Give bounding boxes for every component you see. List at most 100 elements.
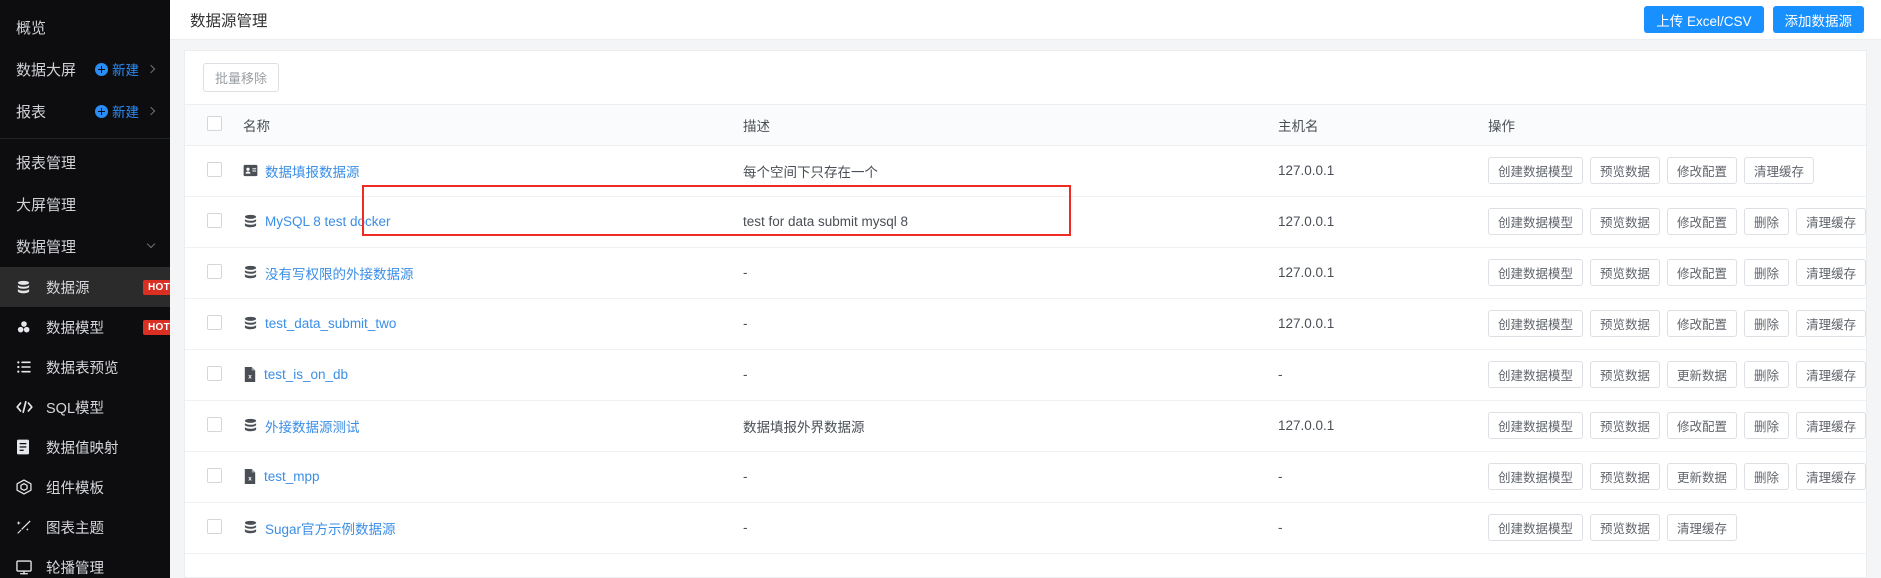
row-action-预览数据[interactable]: 预览数据 xyxy=(1590,310,1661,337)
sidebar-item-图表主题[interactable]: 图表主题 xyxy=(0,507,170,547)
table-row: x test_mpp - - 创建数据模型 预览数据 更新数据 删除 清理缓存 xyxy=(185,451,1866,503)
row-action-修改配置[interactable]: 修改配置 xyxy=(1667,412,1738,439)
row-description-cell: test for data submit mysql 8 xyxy=(731,196,1266,248)
row-select-cell xyxy=(185,349,231,401)
datasource-name-link[interactable]: MySQL 8 test docker xyxy=(265,214,391,229)
row-action-更新数据[interactable]: 更新数据 xyxy=(1667,361,1738,388)
row-action-删除[interactable]: 删除 xyxy=(1744,310,1790,337)
row-action-创建数据模型[interactable]: 创建数据模型 xyxy=(1488,157,1584,184)
row-action-预览数据[interactable]: 预览数据 xyxy=(1590,361,1661,388)
sidebar-new-button[interactable]: 新建 xyxy=(95,101,139,121)
row-action-删除[interactable]: 删除 xyxy=(1744,259,1790,286)
row-checkbox[interactable] xyxy=(207,263,222,279)
row-checkbox[interactable] xyxy=(207,518,222,534)
datasource-name-link[interactable]: Sugar官方示例数据源 xyxy=(265,518,396,538)
row-action-清理缓存[interactable]: 清理缓存 xyxy=(1744,157,1815,184)
sidebar-nav-list: 数据源 HOT 数据模型 HOT 数据表预览 SQL模型 数据值映射 组件模板图表主题轮播管理 xyxy=(0,267,170,578)
database-icon xyxy=(243,265,258,280)
row-action-创建数据模型[interactable]: 创建数据模型 xyxy=(1488,361,1584,388)
sidebar-item-label: 数据源 xyxy=(46,280,90,297)
plus-circle-icon xyxy=(95,104,108,118)
row-action-删除[interactable]: 删除 xyxy=(1744,463,1790,490)
table-row: MySQL 8 test docker test for data submit … xyxy=(185,196,1866,248)
model-icon xyxy=(16,319,36,335)
row-action-修改配置[interactable]: 修改配置 xyxy=(1667,310,1738,337)
row-action-清理缓存[interactable]: 清理缓存 xyxy=(1796,208,1866,235)
sidebar-item-SQL模型[interactable]: SQL模型 xyxy=(0,387,170,427)
row-checkbox[interactable] xyxy=(207,416,222,432)
sidebar-item-label: 轮播管理 xyxy=(46,560,104,577)
datasource-name-link[interactable]: test_is_on_db xyxy=(264,367,348,382)
row-action-删除[interactable]: 删除 xyxy=(1744,361,1790,388)
row-action-清理缓存[interactable]: 清理缓存 xyxy=(1796,361,1866,388)
row-action-预览数据[interactable]: 预览数据 xyxy=(1590,157,1661,184)
add-datasource-button[interactable]: 添加数据源 xyxy=(1772,6,1864,33)
datasource-name-link[interactable]: test_data_submit_two xyxy=(265,316,396,331)
row-action-预览数据[interactable]: 预览数据 xyxy=(1590,208,1661,235)
sidebar-top-item-2[interactable]: 数据大屏 新建 xyxy=(0,48,170,90)
row-description-cell: - xyxy=(731,502,1266,554)
row-action-创建数据模型[interactable]: 创建数据模型 xyxy=(1488,259,1584,286)
row-name-cell: x test_is_on_db xyxy=(231,349,731,401)
datasource-name-link[interactable]: 外接数据源测试 xyxy=(265,416,360,436)
row-action-更新数据[interactable]: 更新数据 xyxy=(1667,463,1738,490)
row-action-创建数据模型[interactable]: 创建数据模型 xyxy=(1488,514,1584,541)
sidebar-item-轮播管理[interactable]: 轮播管理 xyxy=(0,547,170,578)
row-action-预览数据[interactable]: 预览数据 xyxy=(1590,514,1661,541)
row-action-group: 创建数据模型 预览数据 修改配置 删除 清理缓存 xyxy=(1488,412,1866,439)
page-title: 数据源管理 xyxy=(190,12,268,30)
row-action-group: 创建数据模型 预览数据 更新数据 删除 清理缓存 xyxy=(1488,463,1866,490)
row-action-预览数据[interactable]: 预览数据 xyxy=(1590,412,1661,439)
row-actions-cell: 创建数据模型 预览数据 清理缓存 xyxy=(1476,502,1866,554)
upload-excel-csv-button[interactable]: 上传 Excel/CSV xyxy=(1644,6,1764,33)
table-row: 没有写权限的外接数据源 -127.0.0.1 创建数据模型 预览数据 修改配置 删除 清理缓… xyxy=(185,247,1866,299)
row-action-创建数据模型[interactable]: 创建数据模型 xyxy=(1488,310,1584,337)
sidebar-group-item-3[interactable]: 数据管理 xyxy=(0,225,170,267)
sidebar-new-label: 新建 xyxy=(112,63,139,78)
sidebar-item-数据值映射[interactable]: 数据值映射 xyxy=(0,427,170,467)
row-action-修改配置[interactable]: 修改配置 xyxy=(1667,208,1738,235)
row-name-cell: x test_mpp xyxy=(231,451,731,503)
row-checkbox[interactable] xyxy=(207,314,222,330)
row-checkbox[interactable] xyxy=(207,365,222,381)
sidebar-top-item-3[interactable]: 报表 新建 xyxy=(0,90,170,132)
row-action-清理缓存[interactable]: 清理缓存 xyxy=(1796,412,1866,439)
row-action-清理缓存[interactable]: 清理缓存 xyxy=(1796,310,1866,337)
row-checkbox[interactable] xyxy=(207,161,222,177)
row-action-删除[interactable]: 删除 xyxy=(1744,208,1790,235)
row-action-修改配置[interactable]: 修改配置 xyxy=(1667,259,1738,286)
datasource-name-link[interactable]: 没有写权限的外接数据源 xyxy=(265,263,414,283)
row-action-删除[interactable]: 删除 xyxy=(1744,412,1790,439)
sidebar-item-数据源[interactable]: 数据源 HOT xyxy=(0,267,170,307)
sidebar-item-组件模板[interactable]: 组件模板 xyxy=(0,467,170,507)
row-actions-cell: 创建数据模型 预览数据 修改配置 清理缓存 xyxy=(1476,145,1866,197)
row-action-创建数据模型[interactable]: 创建数据模型 xyxy=(1488,208,1584,235)
sidebar-item-数据表预览[interactable]: 数据表预览 xyxy=(0,347,170,387)
row-select-cell xyxy=(185,502,231,554)
sidebar-group-item-1[interactable]: 报表管理 xyxy=(0,141,170,183)
sidebar-divider xyxy=(0,138,170,139)
datasource-name-link[interactable]: 数据填报数据源 xyxy=(265,161,360,181)
sidebar-item-数据模型[interactable]: 数据模型 HOT xyxy=(0,307,170,347)
row-action-预览数据[interactable]: 预览数据 xyxy=(1590,463,1661,490)
row-action-创建数据模型[interactable]: 创建数据模型 xyxy=(1488,463,1584,490)
sidebar-group-item-2[interactable]: 大屏管理 xyxy=(0,183,170,225)
sidebar-new-button[interactable]: 新建 xyxy=(95,59,139,79)
sidebar-item-label: 图表主题 xyxy=(46,520,104,537)
row-action-修改配置[interactable]: 修改配置 xyxy=(1667,157,1738,184)
row-checkbox[interactable] xyxy=(207,467,222,483)
table-head: 名称 描述 主机名 操作 xyxy=(185,105,1866,146)
batch-remove-button[interactable]: 批量移除 xyxy=(203,63,280,92)
row-action-预览数据[interactable]: 预览数据 xyxy=(1590,259,1661,286)
row-action-清理缓存[interactable]: 清理缓存 xyxy=(1796,259,1866,286)
row-action-group: 创建数据模型 预览数据 清理缓存 xyxy=(1488,514,1854,541)
header-description: 描述 xyxy=(731,105,1266,146)
row-action-清理缓存[interactable]: 清理缓存 xyxy=(1667,514,1738,541)
row-action-创建数据模型[interactable]: 创建数据模型 xyxy=(1488,412,1584,439)
row-action-清理缓存[interactable]: 清理缓存 xyxy=(1796,463,1866,490)
chevron-down-icon xyxy=(146,239,156,249)
sidebar-top-item-1[interactable]: 概览 xyxy=(0,6,170,48)
row-checkbox[interactable] xyxy=(207,212,222,228)
select-all-checkbox[interactable] xyxy=(207,115,222,131)
datasource-name-link[interactable]: test_mpp xyxy=(264,469,320,484)
